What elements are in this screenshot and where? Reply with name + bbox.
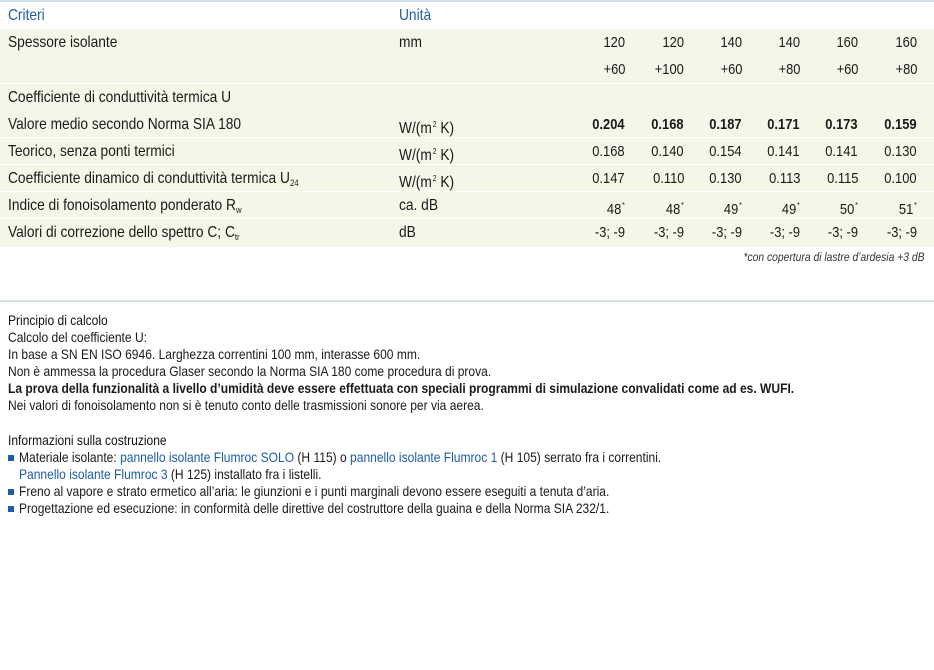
- value-cell: +60: [720, 61, 742, 78]
- list-item: Freno al vapore e strato ermetico all’ar…: [8, 483, 766, 500]
- value-cell: +100: [654, 61, 684, 78]
- value-cell: 120: [662, 34, 684, 51]
- value-cell: 0.171: [767, 116, 800, 133]
- value-cell: 0.130: [884, 143, 917, 160]
- value-cell: 0.168: [592, 143, 625, 160]
- list-item: Progettazione ed esecuzione: in conformi…: [8, 500, 766, 517]
- construction-heading: Informazioni sulla costruzione: [8, 432, 167, 448]
- value-cell: 0.187: [709, 116, 742, 133]
- calc-heading: Principio di calcolo: [8, 312, 108, 328]
- value-cell: 0.100: [884, 170, 917, 187]
- section-divider: [0, 300, 934, 302]
- construction-notes: Informazioni sulla costruzione Materiale…: [8, 432, 766, 517]
- product-link-solo[interactable]: pannello isolante Flumroc SOLO: [120, 449, 294, 465]
- bullet-square-icon: [8, 489, 14, 495]
- value-cell: 0.140: [651, 143, 684, 160]
- value-cell: +80: [778, 61, 800, 78]
- row-unit: dB: [399, 224, 416, 241]
- value-cell: -3; -9: [594, 224, 625, 241]
- row-label: Valore medio secondo Norma SIA 180: [8, 116, 242, 133]
- value-cell: -3; -9: [653, 224, 684, 241]
- product-link-flumroc-1[interactable]: pannello isolante Flumroc 1: [350, 449, 497, 465]
- value-cell: 140: [720, 34, 742, 51]
- table-row-u-mean: Valore medio secondo Norma SIA 180 W/(m2…: [0, 111, 934, 138]
- calc-line: Calcolo del coefficiente U:: [8, 329, 147, 345]
- value-cell: 160: [895, 34, 917, 51]
- row-label: Teorico, senza ponti termici: [8, 143, 175, 160]
- value-cell: 0.141: [825, 143, 858, 160]
- calc-line-emphasis: La prova della funzionalità a livello d’…: [8, 380, 795, 396]
- value-cell: 0.130: [709, 170, 742, 187]
- value-cell: 0.159: [884, 116, 917, 133]
- calc-line: Non è ammessa la procedura Glaser second…: [8, 363, 492, 379]
- value-cell: 140: [778, 34, 800, 51]
- value-cell: 160: [836, 34, 858, 51]
- bullet-square-icon: [8, 506, 14, 512]
- value-cell: 0.115: [826, 170, 858, 187]
- product-link-flumroc-3[interactable]: Pannello isolante Flumroc 3: [19, 466, 168, 482]
- calc-notes: Principio di calcolo Calcolo del coeffic…: [8, 312, 922, 414]
- row-label: Spessore isolante: [8, 34, 118, 51]
- value-cell: -3; -9: [711, 224, 742, 241]
- row-label: Coefficiente di conduttività termica U: [8, 89, 232, 106]
- table-row-spectrum: Valori di correzione dello spettro C; Ct…: [0, 219, 934, 247]
- row-label: Valori di correzione dello spettro C; Ct…: [8, 224, 240, 242]
- value-cell: 0.141: [767, 143, 800, 160]
- value-cell: -3; -9: [769, 224, 800, 241]
- table-row-rw: Indice di fonoisolamento ponderato Rw ca…: [0, 192, 934, 219]
- list-item: Materiale isolante: pannello isolante Fl…: [8, 449, 766, 466]
- table-row-u-section: Coefficiente di conduttività termica U: [0, 84, 934, 111]
- value-cell: +60: [603, 61, 625, 78]
- list-item-continuation: Pannello isolante Flumroc 3 (H 125) inst…: [19, 466, 322, 482]
- value-cell: 120: [603, 34, 625, 51]
- bullet-square-icon: [8, 455, 14, 461]
- row-unit: ca. dB: [399, 197, 439, 214]
- table-header: Criteri Unità: [0, 0, 934, 29]
- value-cell: +60: [836, 61, 858, 78]
- header-unit: Unità: [399, 7, 432, 24]
- value-cell: 0.110: [652, 170, 684, 187]
- table-row-u24: Coefficiente dinamico di conduttività te…: [0, 165, 934, 192]
- value-cell: 0.173: [825, 116, 858, 133]
- calc-line: In base a SN EN ISO 6946. Larghezza corr…: [8, 346, 421, 362]
- value-cell: 0.113: [768, 170, 800, 187]
- table-row-u-theory: Teorico, senza ponti termici W/(m2 K) 0.…: [0, 138, 934, 165]
- row-unit: mm: [399, 34, 422, 51]
- value-cell: -3; -9: [827, 224, 858, 241]
- value-cell: -3; -9: [886, 224, 917, 241]
- calc-line: Nei valori di fonoisolamento non si è te…: [8, 397, 484, 413]
- header-criteria: Criteri: [8, 7, 45, 24]
- value-cell: 0.147: [592, 170, 625, 187]
- table-row-thickness: Spessore isolante mm 120 120 140 140 160…: [0, 29, 934, 84]
- value-cell: 0.168: [651, 116, 684, 133]
- value-cell: +80: [895, 61, 917, 78]
- value-cell: 0.204: [592, 116, 625, 133]
- table-footnote: *con copertura di lastre d’ardesia +3 dB: [742, 250, 924, 264]
- value-cell: 0.154: [709, 143, 742, 160]
